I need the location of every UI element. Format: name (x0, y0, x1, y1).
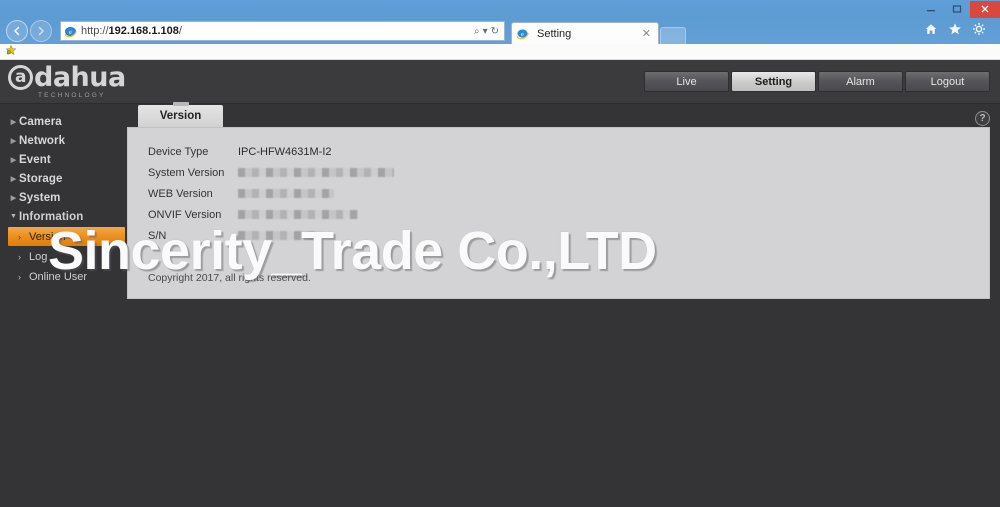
svg-text:e: e (69, 28, 72, 35)
gear-icon[interactable] (972, 22, 986, 41)
back-button[interactable] (6, 20, 28, 42)
field-onvif-version: ONVIF Version (148, 204, 989, 225)
chevron-right-icon: ▶ (10, 137, 17, 145)
chevron-right-icon: ▶ (10, 175, 17, 183)
new-tab-button[interactable] (660, 27, 686, 44)
chevron-right-icon: ▶ (10, 194, 17, 202)
field-label: S/N (148, 229, 167, 242)
favorites-star-icon[interactable] (948, 22, 962, 41)
logo-wordmark: a dahua (8, 64, 126, 91)
nav-alarm[interactable]: Alarm (818, 71, 903, 92)
home-icon[interactable] (924, 22, 938, 41)
field-system-version: System Version (148, 162, 989, 183)
close-button[interactable] (970, 0, 1000, 18)
field-web-version: WEB Version (148, 183, 989, 204)
chevron-down-icon: ▼ (9, 213, 18, 220)
field-value-redacted (238, 189, 334, 198)
sidebar-item-information[interactable]: ▼ Information (0, 207, 127, 226)
sidebar-item-event[interactable]: ▶ Event (0, 150, 127, 169)
sidebar-subitem-version[interactable]: › Version (8, 227, 125, 246)
sidebar-item-label: Information (19, 210, 84, 223)
nav-live[interactable]: Live (644, 71, 729, 92)
logo-name: dahua (34, 62, 126, 93)
sidebar-item-storage[interactable]: ▶ Storage (0, 169, 127, 188)
sidebar-item-label: Event (19, 153, 51, 166)
forward-button[interactable] (30, 20, 52, 42)
field-device-type: Device Type IPC-HFW4631M-I2 (148, 141, 989, 162)
nav-setting[interactable]: Setting (731, 71, 816, 92)
field-label: System Version (148, 166, 225, 179)
field-value-redacted (238, 210, 358, 219)
chevron-right-icon: › (18, 271, 21, 282)
address-bar-tools: ⌕ ▾ ↻ (474, 26, 501, 37)
search-icon[interactable]: ⌕ (474, 26, 480, 37)
version-panel: Device Type IPC-HFW4631M-I2 System Versi… (127, 127, 990, 299)
tab-close-icon[interactable]: ✕ (639, 27, 654, 40)
browser-window: e http://192.168.1.108/ ⌕ ▾ ↻ e Setting … (0, 0, 1000, 507)
svg-text:e: e (521, 31, 524, 38)
sidebar-subitem-log[interactable]: › Log (8, 247, 125, 266)
field-value: IPC-HFW4631M-I2 (238, 145, 332, 158)
refresh-icon[interactable]: ↻ (491, 26, 499, 37)
sidebar-item-label: System (19, 191, 61, 204)
tab-version[interactable]: Version (138, 105, 223, 127)
webui-body: ▶ Camera ▶ Network ▶ Event ▶ Storage ▶ S… (0, 104, 1000, 507)
dahua-logo: a dahua TECHNOLOGY (8, 64, 126, 99)
window-controls (918, 0, 1000, 18)
sidebar-subitem-online-user[interactable]: › Online User (8, 267, 125, 286)
restore-button[interactable] (944, 1, 970, 18)
sidebar-subitem-label: Online User (29, 270, 88, 283)
chevron-right-icon: › (18, 231, 21, 242)
logo-a-icon: a (8, 65, 33, 90)
sidebar-item-network[interactable]: ▶ Network (0, 131, 127, 150)
field-value-redacted (238, 168, 394, 177)
copyright-text: Copyright 2017, all rights reserved. (148, 272, 311, 284)
sidebar-item-label: Camera (19, 115, 62, 128)
tab-strip: e Setting ✕ (511, 18, 686, 44)
field-label: WEB Version (148, 187, 213, 200)
ie-logo-icon: e (64, 25, 77, 38)
field-value-redacted (238, 231, 322, 240)
version-field-list: Device Type IPC-HFW4631M-I2 System Versi… (128, 128, 989, 246)
address-bar[interactable]: e http://192.168.1.108/ ⌕ ▾ ↻ (60, 21, 505, 41)
tab-title: Setting (537, 27, 572, 40)
logo-tagline: TECHNOLOGY (38, 92, 106, 99)
webui-nav: Live Setting Alarm Logout (644, 71, 1000, 92)
sidebar-item-label: Storage (19, 172, 63, 185)
star-folder-icon[interactable] (5, 43, 17, 61)
address-url: http://192.168.1.108/ (81, 25, 182, 37)
minimize-button[interactable] (918, 1, 944, 18)
chevron-down-icon[interactable]: ▾ (483, 26, 488, 37)
window-titlebar (0, 0, 1000, 18)
sidebar-subitem-label: Log (29, 250, 48, 263)
nav-logout[interactable]: Logout (905, 71, 990, 92)
favorites-bar (0, 44, 1000, 60)
sidebar-item-system[interactable]: ▶ System (0, 188, 127, 207)
sidebar-item-label: Network (19, 134, 66, 147)
sidebar-item-camera[interactable]: ▶ Camera (0, 112, 127, 131)
field-serial-number: S/N (148, 225, 989, 246)
browser-toolbar: e http://192.168.1.108/ ⌕ ▾ ↻ e Setting … (0, 18, 1000, 44)
field-label: ONVIF Version (148, 208, 222, 221)
browser-command-bar (924, 22, 994, 41)
tab-setting[interactable]: e Setting ✕ (511, 22, 659, 44)
sidebar-subitem-label: Version (29, 230, 66, 243)
tab-favicon-icon: e (516, 27, 529, 40)
chevron-right-icon: › (18, 251, 21, 262)
field-label: Device Type (148, 145, 209, 158)
sidebar: ▶ Camera ▶ Network ▶ Event ▶ Storage ▶ S… (0, 104, 127, 507)
chevron-right-icon: ▶ (10, 156, 17, 164)
webui-page: a dahua TECHNOLOGY Live Setting Alarm Lo… (0, 60, 1000, 507)
help-icon[interactable]: ? (975, 111, 990, 126)
panel-tabstrip: Version ? (127, 104, 1000, 127)
chevron-right-icon: ▶ (10, 118, 17, 126)
content-area: Version ? Device Type IPC-HFW4631M-I2 Sy… (127, 104, 1000, 507)
webui-header: a dahua TECHNOLOGY Live Setting Alarm Lo… (0, 60, 1000, 104)
